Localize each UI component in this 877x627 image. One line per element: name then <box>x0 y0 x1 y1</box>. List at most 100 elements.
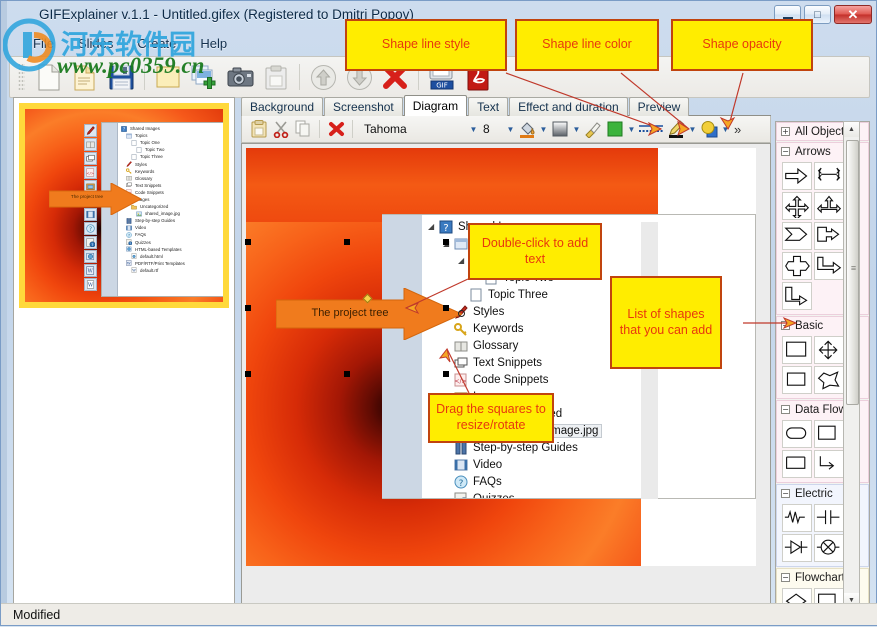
four-way-arrow-shape[interactable] <box>782 192 812 220</box>
diode-shape[interactable] <box>782 534 812 562</box>
minus-collapser-icon[interactable]: − <box>781 573 790 582</box>
font-name-field[interactable]: Tahoma <box>358 122 468 136</box>
freeform-shape[interactable] <box>814 366 844 394</box>
shape-line-color-button[interactable] <box>665 118 687 140</box>
toolbar-grip[interactable] <box>18 63 25 91</box>
slide-thumbnail[interactable]: ? Shared Images Topics Topic One Topic Two To… <box>19 103 229 308</box>
minus-collapser-icon[interactable]: − <box>781 147 790 156</box>
gradient-dropdown-icon[interactable]: ▼ <box>571 119 582 139</box>
tree-row[interactable]: Video <box>428 456 753 473</box>
menu-item-file[interactable]: File <box>23 34 64 53</box>
thumbnail-tree-row: Video <box>121 224 223 231</box>
screenshot-button[interactable] <box>222 60 258 94</box>
minus-collapser-icon[interactable]: − <box>781 489 790 498</box>
fill-color-button[interactable] <box>516 118 538 140</box>
chevron-arrow-shape[interactable] <box>782 222 812 250</box>
text-letter-a-shape[interactable] <box>782 366 812 394</box>
resistor-shape[interactable] <box>782 504 812 532</box>
shape-color-dropdown-icon[interactable]: ▼ <box>626 119 637 139</box>
paste-button[interactable] <box>258 60 294 94</box>
plus-expander-icon[interactable]: + <box>781 127 790 136</box>
cross-arrow-shape[interactable] <box>782 252 812 280</box>
z-bend-arrow-shape[interactable] <box>782 282 812 310</box>
tab-screenshot[interactable]: Screenshot <box>324 97 403 116</box>
svg-text:?: ? <box>89 227 92 233</box>
close-button[interactable]: ✕ <box>834 5 872 24</box>
minus-collapser-icon[interactable]: − <box>781 321 790 330</box>
open-rectangle-shape[interactable] <box>782 450 812 478</box>
menu-item-help[interactable]: Help <box>190 34 237 53</box>
rounded-terminator-shape[interactable] <box>782 420 812 448</box>
thumbnail-tree-row: Wdefault.rtf <box>121 267 223 274</box>
tree-item-label: Text Snippets <box>473 356 543 369</box>
shapes-scrollbar[interactable]: ▲ ≡ ▼ <box>843 121 860 609</box>
shape-opacity-button[interactable] <box>698 118 720 140</box>
lamp-shape[interactable] <box>814 534 844 562</box>
cut-button[interactable] <box>270 118 292 140</box>
fill-color-dropdown-icon[interactable]: ▼ <box>538 119 549 139</box>
thumbnail-tree-item-label: default.rtf <box>140 267 159 273</box>
format-painter-button[interactable] <box>582 118 604 140</box>
shape-opacity-dropdown-icon[interactable]: ▼ <box>720 119 731 139</box>
toolbar-overflow-button[interactable]: » <box>734 122 741 137</box>
tab-preview[interactable]: Preview <box>628 97 690 116</box>
selection-handle[interactable] <box>344 239 350 245</box>
tab-background[interactable]: Background <box>241 97 324 116</box>
minus-collapser-icon[interactable]: − <box>781 405 790 414</box>
menu-item-create[interactable]: Create <box>127 34 186 53</box>
open-folder-button[interactable] <box>67 60 103 94</box>
shape-line-color-dropdown-icon[interactable]: ▼ <box>687 119 698 139</box>
font-size-dropdown-icon[interactable]: ▼ <box>505 119 516 139</box>
move-cross-shape[interactable] <box>814 336 844 364</box>
menu-item-slides[interactable]: Slides <box>68 34 123 53</box>
new-document-button[interactable] <box>31 60 67 94</box>
project-tree-arrow-shape[interactable]: The project tree <box>276 288 465 340</box>
diagram-canvas[interactable]: </>??WW ◢?Shared Images◢Topics◢Topic One… <box>241 143 771 605</box>
tree-row[interactable]: ? Quizzes <box>428 490 753 498</box>
selection-handle[interactable] <box>443 305 449 311</box>
code-snippet-icon: </> <box>454 373 469 387</box>
three-way-arrow-shape[interactable] <box>814 192 844 220</box>
tree-expander-icon[interactable]: ◢ <box>428 222 439 231</box>
flow-connector-shape[interactable] <box>814 450 844 478</box>
thumbnail-code-snippet-icon: </> <box>84 166 97 179</box>
corner-arrow-shape[interactable] <box>814 252 844 280</box>
selection-handle[interactable] <box>344 371 350 377</box>
double-headed-arrow-shape[interactable] <box>814 162 844 190</box>
paste-button[interactable] <box>248 118 270 140</box>
add-slide-button[interactable] <box>186 60 222 94</box>
gradient-button[interactable] <box>549 118 571 140</box>
application-window: GIFExplainer v.1.1 - Untitled.gifex (Reg… <box>0 0 877 626</box>
shape-line-style-button[interactable] <box>637 118 665 140</box>
move-up-button[interactable] <box>305 60 341 94</box>
tree-row[interactable]: </> Code Snippets <box>428 371 753 388</box>
selection-handle[interactable] <box>443 371 449 377</box>
copy-button[interactable] <box>292 118 314 140</box>
slides-list-pane[interactable]: ? Shared Images Topics Topic One Topic Two To… <box>13 97 235 605</box>
new-slide-button[interactable] <box>150 60 186 94</box>
thumbnail-tree-item-label: Topic Two <box>145 147 165 153</box>
selection-handle[interactable] <box>245 305 251 311</box>
delete-shape-button[interactable] <box>325 118 347 140</box>
scroll-up-button[interactable]: ▲ <box>844 122 859 137</box>
shape-color-button[interactable] <box>604 118 626 140</box>
right-arrow-shape[interactable] <box>782 162 812 190</box>
topic-icon <box>131 154 138 160</box>
save-button[interactable] <box>103 60 139 94</box>
tree-row[interactable]: ? FAQs <box>428 473 753 490</box>
font-size-field[interactable]: 8 <box>479 122 505 136</box>
scrollbar-thumb[interactable]: ≡ <box>846 140 859 405</box>
tab-text[interactable]: Text <box>468 97 509 116</box>
font-name-dropdown-icon[interactable]: ▼ <box>468 119 479 139</box>
tab-diagram[interactable]: Diagram <box>403 95 468 116</box>
selection-handle[interactable] <box>245 239 251 245</box>
rectangle-shape[interactable] <box>782 336 812 364</box>
tab-effect-and-duration[interactable]: Effect and duration <box>509 97 628 116</box>
thumbnail-tree-row: W PDF/RTF/Print Templates <box>121 260 223 267</box>
bent-right-arrow-shape[interactable] <box>814 222 844 250</box>
topic-icon <box>469 288 484 302</box>
selection-handle[interactable] <box>443 239 449 245</box>
process-box-shape[interactable] <box>814 420 844 448</box>
capacitor-shape[interactable] <box>814 504 844 532</box>
selection-handle[interactable] <box>245 371 251 377</box>
